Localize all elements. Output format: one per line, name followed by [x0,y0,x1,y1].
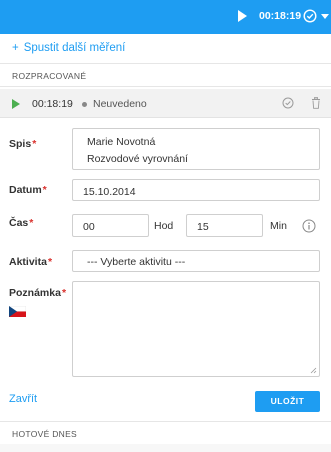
play-icon[interactable] [238,10,247,22]
czech-flag-icon[interactable] [9,306,26,317]
timer-row: 00:18:19 Neuvedeno [0,89,331,118]
list-bottom-strip [0,444,331,452]
poznamka-label: Poznámka* [9,287,66,299]
note-textarea[interactable] [72,281,320,377]
datum-label: Datum* [9,184,47,196]
hours-unit: Hod [154,220,174,232]
top-bar: 00:18:19 [0,0,331,34]
cas-label: Čas* [9,217,33,229]
hours-value: 00 [83,221,95,233]
spis-label: Spis* [9,138,36,150]
minutes-unit: Min [270,220,287,232]
datum-label-text: Datum [9,184,42,196]
play-icon[interactable] [12,99,20,109]
spis-matter: Rozvodové vyrovnání [87,153,188,165]
poznamka-label-text: Poznámka [9,287,61,299]
resize-grip-icon[interactable] [310,367,317,374]
check-circle-icon[interactable] [282,97,294,109]
status-dot [82,102,87,107]
activity-select-value: --- Vyberte aktivitu --- [87,256,186,268]
spis-client: Marie Novotná [87,136,156,148]
required-mark: * [32,138,37,150]
save-button[interactable]: ULOŽIT [255,391,320,412]
aktivita-label-text: Aktivita [9,256,47,268]
section-done-today: HOTOVÉ DNES [0,421,331,445]
timer-status: Neuvedeno [93,98,147,110]
minutes-field[interactable]: 15 [186,214,263,237]
timer-time: 00:18:19 [32,98,73,110]
section-in-progress-title: ROZPRACOVANÉ [12,71,87,81]
minutes-value: 15 [197,221,209,233]
activity-select[interactable]: --- Vyberte aktivitu --- [72,250,320,272]
trash-icon[interactable] [311,97,321,109]
required-mark: * [47,256,53,268]
info-icon[interactable] [302,219,316,233]
required-mark: * [61,287,67,299]
spis-field[interactable]: Marie Novotná Rozvodové vyrovnání [72,128,320,170]
section-done-today-title: HOTOVÉ DNES [12,429,78,439]
required-mark: * [29,217,34,229]
new-measurement-label: Spustit další měření [23,42,126,54]
hours-field[interactable]: 00 [72,214,149,237]
required-mark: * [42,184,47,196]
new-measurement-link[interactable]: + Spustit další měření [12,42,125,54]
active-timer-time: 00:18:19 [259,10,302,22]
close-link[interactable]: Zavřít [9,393,37,405]
plus-icon: + [12,42,19,54]
spis-label-text: Spis [9,138,32,150]
date-value: 15.10.2014 [83,186,136,198]
date-field[interactable]: 15.10.2014 [72,179,320,201]
cas-label-text: Čas [9,217,29,229]
aktivita-label: Aktivita* [9,256,52,268]
check-circle-icon[interactable] [303,9,317,23]
chevron-down-icon[interactable] [321,14,329,19]
section-in-progress: ROZPRACOVANÉ [0,63,331,87]
